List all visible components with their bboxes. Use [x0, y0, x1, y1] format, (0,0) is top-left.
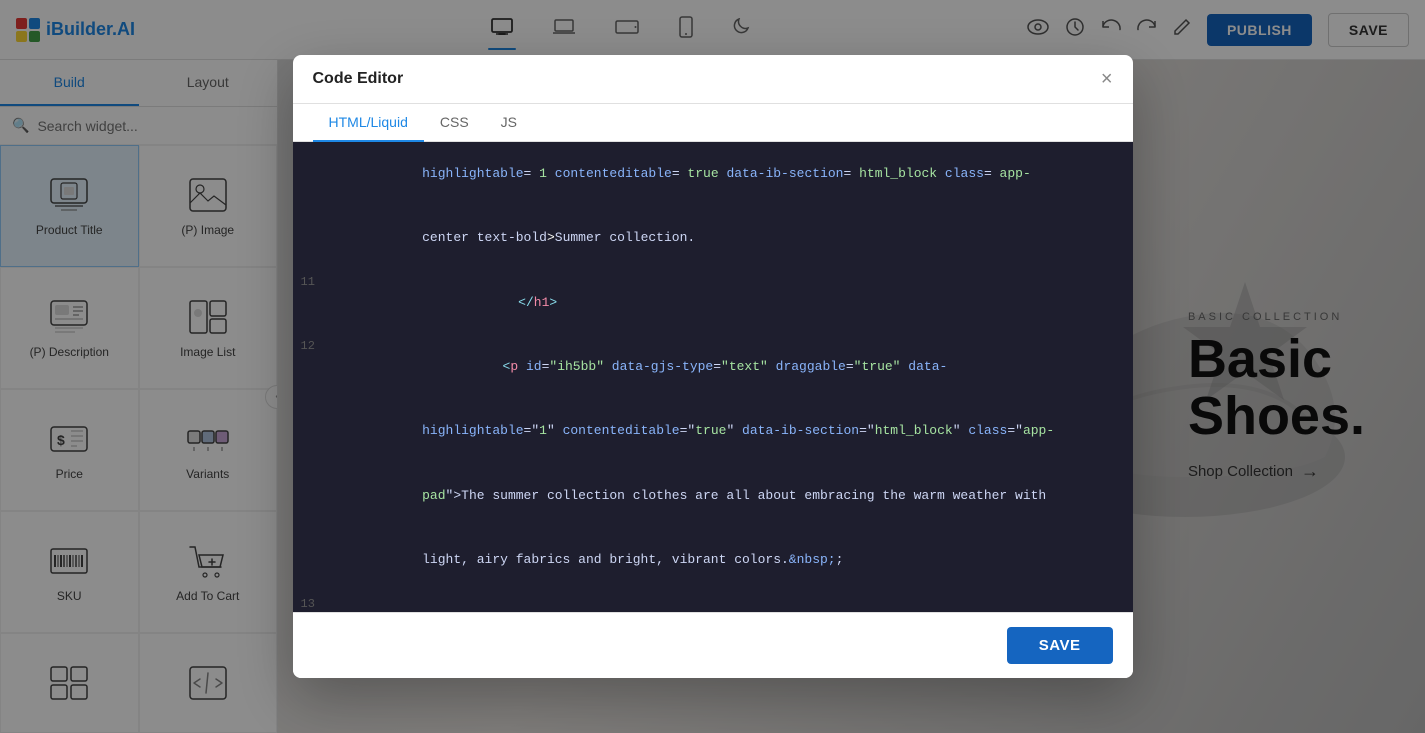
- modal-tab-html[interactable]: HTML/Liquid: [313, 104, 424, 142]
- code-line-12b: highlightable="1" contenteditable="true"…: [293, 400, 1133, 464]
- code-line-12c: pad">The summer collection clothes are a…: [293, 464, 1133, 528]
- code-line-13: 13 </p>: [293, 593, 1133, 612]
- modal-save-button[interactable]: SAVE: [1007, 627, 1113, 664]
- modal-header: Code Editor ×: [293, 55, 1133, 104]
- modal-tab-js[interactable]: JS: [485, 104, 533, 142]
- code-line-top-continuation2: center text-bold>Summer collection.: [293, 206, 1133, 270]
- modal-footer: SAVE: [293, 612, 1133, 678]
- modal-tabs: HTML/Liquid CSS JS: [293, 104, 1133, 142]
- code-line-12d: light, airy fabrics and bright, vibrant …: [293, 528, 1133, 592]
- code-line-top-continuation: highlightable= 1 contenteditable= true d…: [293, 142, 1133, 206]
- code-line-11: 11 </h1>: [293, 271, 1133, 335]
- modal-tab-css[interactable]: CSS: [424, 104, 485, 142]
- code-line-12: 12 <p id="ih5bb" data-gjs-type="text" dr…: [293, 335, 1133, 399]
- code-editor-area[interactable]: highlightable= 1 contenteditable= true d…: [293, 142, 1133, 612]
- modal-close-button[interactable]: ×: [1101, 69, 1113, 89]
- modal-body: highlightable= 1 contenteditable= true d…: [293, 142, 1133, 612]
- modal-overlay[interactable]: Code Editor × HTML/Liquid CSS JS highlig…: [0, 0, 1425, 733]
- code-editor-modal: Code Editor × HTML/Liquid CSS JS highlig…: [293, 55, 1133, 678]
- modal-title: Code Editor: [313, 70, 404, 88]
